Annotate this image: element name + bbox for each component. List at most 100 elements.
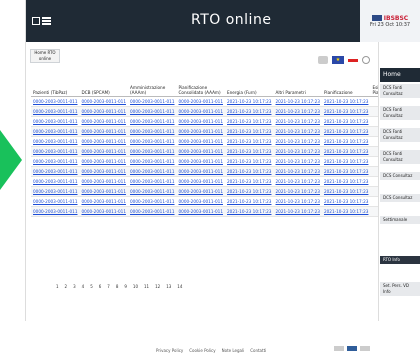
table-row: 0000-2003-0011-011 0000-2003-0011-011 0000… xyxy=(31,156,420,167)
page-link[interactable]: 10 xyxy=(133,284,138,289)
page-link[interactable]: 4 xyxy=(82,284,85,289)
table-cell: 2021-10-23 10:17:23 xyxy=(273,126,322,137)
table-cell[interactable]: 0000-2003-0011-011 xyxy=(31,156,80,167)
table-cell[interactable]: 0000-2003-0011-011 xyxy=(128,176,177,187)
page-link[interactable]: 3 xyxy=(73,284,76,289)
table-cell[interactable]: 0000-2003-0011-011 xyxy=(79,136,128,147)
col-header[interactable]: DCB (SPCAM) xyxy=(79,69,128,97)
table-cell[interactable]: 0000-2003-0011-011 xyxy=(31,196,80,207)
table-cell[interactable]: 0000-2003-0011-011 xyxy=(176,166,225,177)
right-panel-item[interactable]: DCS Consultaz xyxy=(380,194,420,202)
page-link[interactable]: 9 xyxy=(124,284,127,289)
table-cell[interactable]: 0000-2003-0011-011 xyxy=(176,206,225,217)
right-panel-item[interactable]: DCS Fanti Consultaz xyxy=(380,84,420,98)
table-cell[interactable]: 0000-2003-0011-011 xyxy=(31,206,80,217)
table-cell[interactable]: 0000-2003-0011-011 xyxy=(31,186,80,197)
table-cell[interactable]: 0000-2003-0011-011 xyxy=(31,106,80,117)
menu-icons[interactable] xyxy=(32,17,51,25)
table-cell[interactable]: 0000-2003-0011-011 xyxy=(79,206,128,217)
table-cell[interactable]: 0000-2003-0011-011 xyxy=(79,96,128,107)
col-header[interactable]: Pazienti (TibPaz) xyxy=(31,69,80,97)
table-cell[interactable]: 0000-2003-0011-011 xyxy=(128,96,177,107)
table-cell[interactable]: 0000-2003-0011-011 xyxy=(31,146,80,157)
page-link[interactable]: 13 xyxy=(166,284,171,289)
right-panel-item[interactable]: DCS Fanti Consultaz xyxy=(380,106,420,120)
table-cell: 2021-10-23 10:17:23 xyxy=(225,196,274,207)
table-cell[interactable]: 0000-2003-0011-011 xyxy=(79,126,128,137)
home-rto-button[interactable]: Home RTO online xyxy=(30,49,60,63)
table-cell[interactable]: 0000-2003-0011-011 xyxy=(128,196,177,207)
table-cell[interactable]: 0000-2003-0011-011 xyxy=(176,176,225,187)
table-cell[interactable]: 0000-2003-0011-011 xyxy=(176,196,225,207)
right-panel-item[interactable]: Settimanale xyxy=(380,216,420,224)
table-cell[interactable]: 0000-2003-0011-011 xyxy=(128,126,177,137)
table-cell: 2021-10-23 10:17:23 xyxy=(321,196,371,207)
table-cell[interactable]: 0000-2003-0011-011 xyxy=(31,136,80,147)
table-cell[interactable]: 0000-2003-0011-011 xyxy=(31,166,80,177)
page-link[interactable]: 11 xyxy=(144,284,149,289)
table-cell: 2021-10-23 10:17:23 xyxy=(273,96,322,107)
square-icon[interactable] xyxy=(32,17,40,25)
col-header[interactable]: Pianificazione Consolidato (AAAm) xyxy=(176,69,225,97)
table-cell[interactable]: 0000-2003-0011-011 xyxy=(79,176,128,187)
datetime: Fri 23 Oct 10:37 xyxy=(369,21,411,28)
table-cell[interactable]: 0000-2003-0011-011 xyxy=(176,186,225,197)
right-panel-item[interactable]: DCS Fanti Consultaz xyxy=(380,128,420,142)
table-cell[interactable]: 0000-2003-0011-011 xyxy=(176,156,225,167)
footer-link[interactable]: Contatti xyxy=(250,348,266,353)
table-cell[interactable]: 0000-2003-0011-011 xyxy=(128,146,177,157)
top-bar: RTO online IBSBSC Fri 23 Oct 10:37 xyxy=(26,0,420,42)
footer-logo-icon xyxy=(334,346,344,351)
page-link[interactable]: 2 xyxy=(65,284,68,289)
table-cell[interactable]: 0000-2003-0011-011 xyxy=(128,136,177,147)
table-cell[interactable]: 0000-2003-0011-011 xyxy=(176,136,225,147)
footer-link[interactable]: Note Legali xyxy=(222,348,245,353)
page-link[interactable]: 7 xyxy=(107,284,110,289)
table-cell[interactable]: 0000-2003-0011-011 xyxy=(79,106,128,117)
table-cell[interactable]: 0000-2003-0011-011 xyxy=(176,96,225,107)
page-link[interactable]: 8 xyxy=(116,284,119,289)
table-cell[interactable]: 0000-2003-0011-011 xyxy=(31,126,80,137)
table-cell: 2021-10-23 10:17:23 xyxy=(321,126,371,137)
footer-link[interactable]: Privacy Policy xyxy=(156,348,183,353)
col-header[interactable]: Altri Parametri xyxy=(273,69,322,97)
table-cell: 2021-10-23 10:17:23 xyxy=(273,136,322,147)
hamburger-icon[interactable] xyxy=(42,17,51,25)
table-cell[interactable]: 0000-2003-0011-011 xyxy=(176,126,225,137)
table-row: 0000-2003-0011-011 0000-2003-0011-011 0000… xyxy=(31,166,420,177)
right-panel-item[interactable]: RTO Info xyxy=(380,256,420,264)
right-panel-item[interactable]: DCS Fanti Consultaz xyxy=(380,150,420,164)
right-panel-item[interactable]: Set. Pers. VD Info xyxy=(380,282,420,296)
col-header[interactable]: Pianificazione xyxy=(321,69,371,97)
table-cell[interactable]: 0000-2003-0011-011 xyxy=(79,146,128,157)
table-cell[interactable]: 0000-2003-0011-011 xyxy=(31,116,80,127)
page-link[interactable]: 1 xyxy=(56,284,59,289)
table-cell[interactable]: 0000-2003-0011-011 xyxy=(79,166,128,177)
table-cell[interactable]: 0000-2003-0011-011 xyxy=(128,186,177,197)
page-link[interactable]: 6 xyxy=(99,284,102,289)
table-cell[interactable]: 0000-2003-0011-011 xyxy=(128,106,177,117)
right-panel-item[interactable]: DCS Consultaz xyxy=(380,172,420,180)
table-cell[interactable]: 0000-2003-0011-011 xyxy=(79,186,128,197)
table-cell[interactable]: 0000-2003-0011-011 xyxy=(128,156,177,167)
table-cell[interactable]: 0000-2003-0011-011 xyxy=(128,116,177,127)
page-link[interactable]: 5 xyxy=(90,284,93,289)
page-link[interactable]: 14 xyxy=(177,284,182,289)
table-cell[interactable]: 0000-2003-0011-011 xyxy=(79,156,128,167)
footer-link[interactable]: Cookie Policy xyxy=(189,348,215,353)
table-cell[interactable]: 0000-2003-0011-011 xyxy=(128,206,177,217)
col-header[interactable]: Energia (Furn) xyxy=(225,69,274,97)
right-panel: Home DCS Fanti Consultaz DCS Fanti Consu… xyxy=(378,42,420,321)
table-cell: 2021-10-23 10:17:23 xyxy=(225,136,274,147)
table-cell[interactable]: 0000-2003-0011-011 xyxy=(79,196,128,207)
table-cell[interactable]: 0000-2003-0011-011 xyxy=(176,146,225,157)
table-cell[interactable]: 0000-2003-0011-011 xyxy=(79,116,128,127)
table-cell[interactable]: 0000-2003-0011-011 xyxy=(31,176,80,187)
table-cell[interactable]: 0000-2003-0011-011 xyxy=(176,106,225,117)
table-cell[interactable]: 0000-2003-0011-011 xyxy=(128,166,177,177)
table-cell[interactable]: 0000-2003-0011-011 xyxy=(176,116,225,127)
col-header[interactable]: Amministrazione (AAAm) xyxy=(128,69,177,97)
table-cell[interactable]: 0000-2003-0011-011 xyxy=(31,96,80,107)
table-row: 0000-2003-0011-011 0000-2003-0011-011 0000… xyxy=(31,136,420,147)
page-link[interactable]: 12 xyxy=(155,284,160,289)
